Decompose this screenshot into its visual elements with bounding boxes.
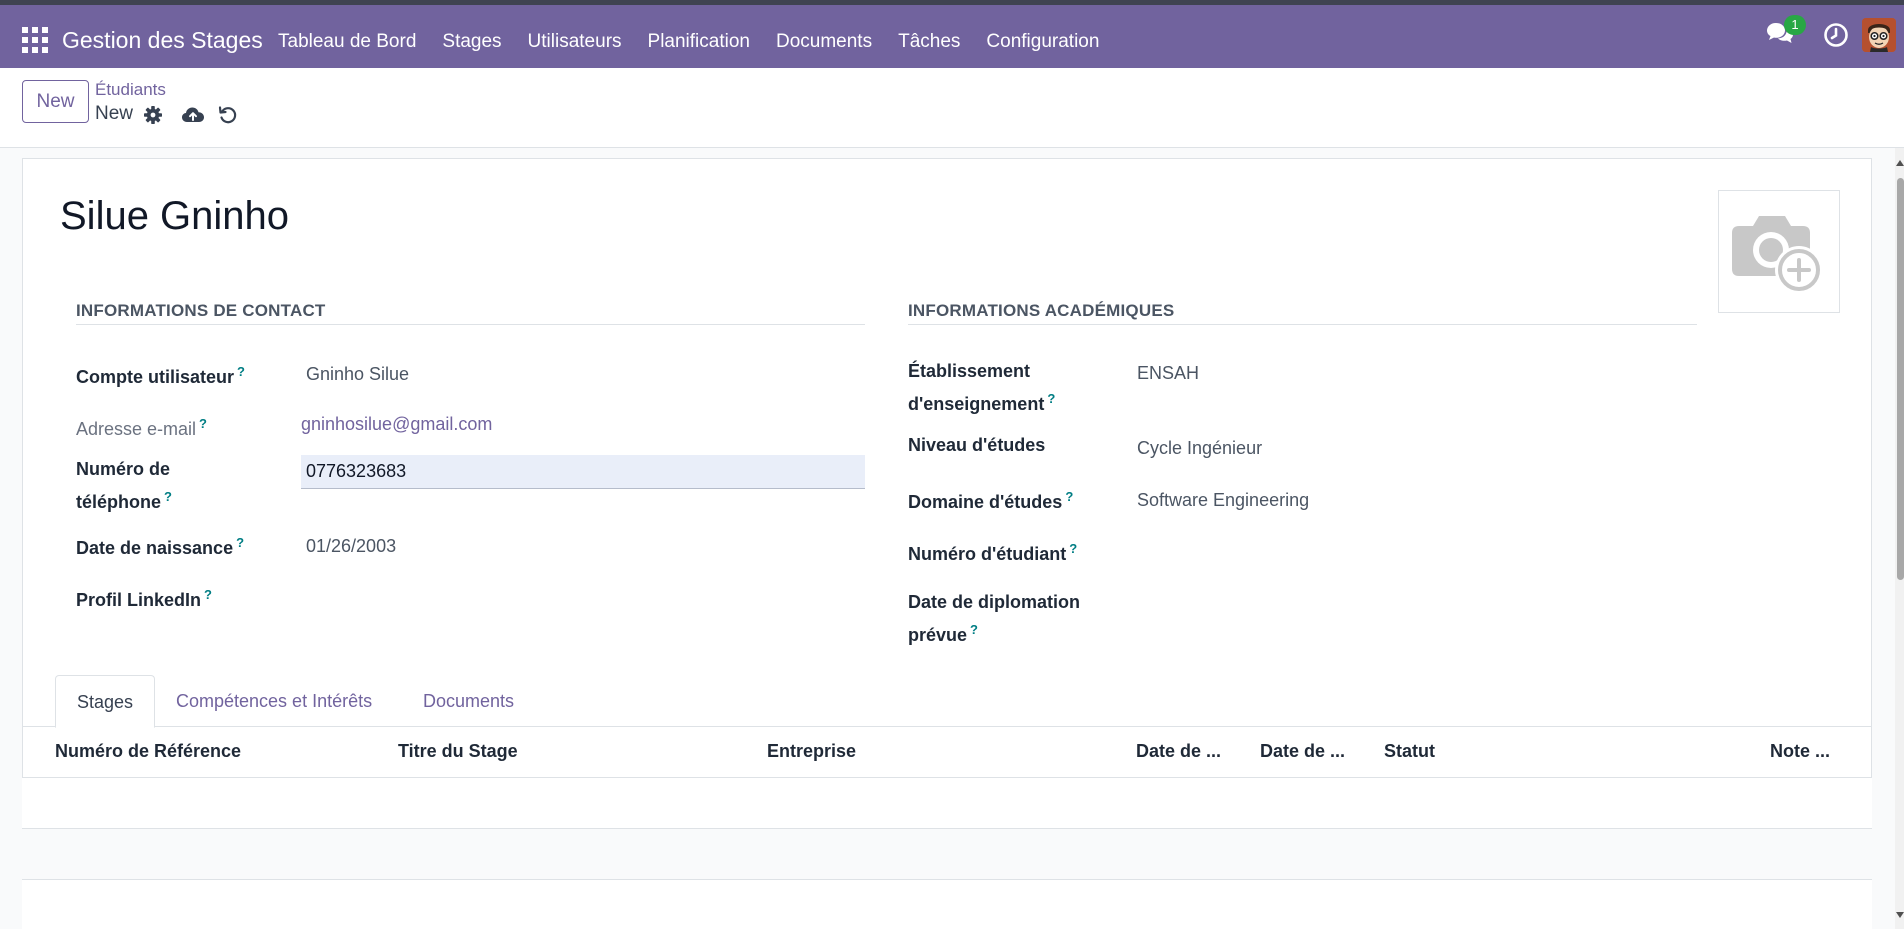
help-icon[interactable]: ? <box>204 587 212 602</box>
breadcrumb-current: New <box>95 103 134 124</box>
gear-icon[interactable] <box>142 104 164 126</box>
birth-date-label: Date de naissance? <box>76 535 245 558</box>
column-note[interactable]: Note ... <box>1770 741 1830 762</box>
column-titre-stage[interactable]: Titre du Stage <box>398 741 518 762</box>
contact-group-title: INFORMATIONS DE CONTACT <box>76 301 326 320</box>
menu-item-planification[interactable]: Planification <box>648 31 750 53</box>
help-icon[interactable]: ? <box>1069 541 1077 556</box>
menu-item-configuration[interactable]: Configuration <box>986 31 1099 53</box>
help-icon[interactable]: ? <box>236 535 244 550</box>
table-row <box>22 829 1872 879</box>
table-row <box>22 778 1872 828</box>
user-account-label: Compte utilisateur? <box>76 364 245 387</box>
contact-group-divider <box>76 324 865 325</box>
academic-group-divider <box>908 324 1697 325</box>
menu-item-tableau-de-bord[interactable]: Tableau de Bord <box>278 31 416 53</box>
table-row <box>22 880 1872 929</box>
scroll-down-arrow[interactable] <box>1896 912 1904 918</box>
phone-label: Numéro de téléphone? <box>76 459 172 512</box>
control-panel: New Étudiants New <box>0 68 1904 148</box>
user-account-value[interactable]: Gninho Silue <box>306 360 409 388</box>
phone-input[interactable] <box>301 455 865 489</box>
school-label: Établissement d'enseignement? <box>908 361 1056 414</box>
activity-clock-icon[interactable] <box>1823 22 1849 48</box>
app-brand[interactable]: Gestion des Stages <box>62 27 263 54</box>
scroll-up-arrow[interactable] <box>1896 160 1904 166</box>
menu-item-utilisateurs[interactable]: Utilisateurs <box>528 31 622 53</box>
study-domain-value[interactable]: Software Engineering <box>1137 486 1309 514</box>
main-menu: Tableau de Bord Stages Utilisateurs Plan… <box>265 31 1112 53</box>
email-value[interactable]: gninhosilue@gmail.com <box>301 410 492 438</box>
record-title[interactable]: Silue Gninho <box>60 194 289 239</box>
graduation-date-label: Date de diplomation prévue? <box>908 592 1081 645</box>
tab-stages[interactable]: Stages <box>55 675 156 728</box>
help-icon[interactable]: ? <box>970 622 978 637</box>
apps-grid-icon[interactable] <box>22 27 48 53</box>
tab-documents[interactable]: Documents <box>402 675 535 728</box>
photo-upload[interactable] <box>1718 190 1840 313</box>
academic-group-title: INFORMATIONS ACADÉMIQUES <box>908 301 1175 320</box>
discard-undo-icon[interactable] <box>217 104 239 126</box>
help-icon[interactable]: ? <box>164 489 172 504</box>
column-statut[interactable]: Statut <box>1384 741 1435 762</box>
student-number-label: Numéro d'étudiant? <box>908 541 1078 564</box>
birth-date-value[interactable]: 01/26/2003 <box>306 532 396 560</box>
column-date-debut[interactable]: Date de ... <box>1136 741 1221 762</box>
user-avatar[interactable] <box>1862 18 1896 52</box>
menu-item-documents[interactable]: Documents <box>776 31 872 53</box>
study-domain-label: Domaine d'études? <box>908 489 1074 512</box>
column-date-fin[interactable]: Date de ... <box>1260 741 1345 762</box>
menu-item-taches[interactable]: Tâches <box>898 31 960 53</box>
tab-competences-interets[interactable]: Compétences et Intérêts <box>155 675 393 728</box>
linkedin-label: Profil LinkedIn? <box>76 587 212 610</box>
column-entreprise[interactable]: Entreprise <box>767 741 856 762</box>
camera-plus-icon <box>1732 216 1823 294</box>
help-icon[interactable]: ? <box>1047 391 1055 406</box>
help-icon[interactable]: ? <box>237 364 245 379</box>
new-record-button[interactable]: New <box>22 80 89 123</box>
email-label: Adresse e-mail? <box>76 416 207 439</box>
breadcrumb-etudiants[interactable]: Étudiants <box>95 80 166 100</box>
level-value[interactable]: Cycle Ingénieur <box>1137 434 1262 462</box>
main-navbar: Gestion des Stages Tableau de Bord Stage… <box>0 5 1904 68</box>
menu-item-stages[interactable]: Stages <box>442 31 501 53</box>
help-icon[interactable]: ? <box>1065 489 1073 504</box>
save-cloud-icon[interactable] <box>181 104 205 126</box>
school-value[interactable]: ENSAH <box>1137 359 1199 387</box>
help-icon[interactable]: ? <box>199 416 207 431</box>
chat-counter-badge: 1 <box>1784 15 1806 35</box>
level-label: Niveau d'études <box>908 435 1046 455</box>
column-reference[interactable]: Numéro de Référence <box>55 741 241 762</box>
scrollbar-thumb[interactable] <box>1897 178 1904 580</box>
